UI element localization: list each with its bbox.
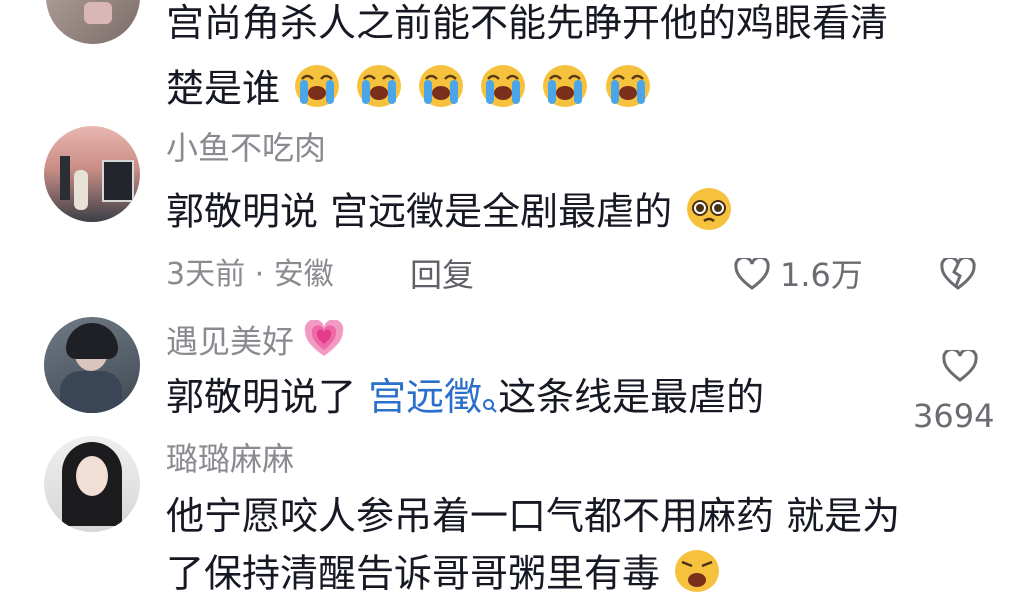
reply-button[interactable]: 回复 bbox=[410, 255, 474, 295]
heart-outline-icon[interactable] bbox=[734, 255, 770, 290]
like-count: 3694 bbox=[913, 397, 995, 435]
heart-outline-icon[interactable] bbox=[942, 347, 978, 382]
avatar[interactable] bbox=[44, 126, 140, 222]
comment-text: 楚是谁 bbox=[166, 63, 653, 119]
avatar[interactable] bbox=[44, 317, 140, 413]
comment-username[interactable]: 璐璐麻麻 bbox=[166, 439, 294, 479]
comment-text: 郭敬明说 宫远徵是全剧最虐的 bbox=[166, 186, 734, 242]
loudly-crying-face-icon bbox=[603, 63, 653, 119]
loudly-crying-face-icon bbox=[292, 63, 342, 119]
comment-text: 郭敬明说了 宫远徵 这条线是最虐的 bbox=[166, 374, 764, 424]
growing-heart-icon bbox=[304, 319, 344, 367]
pleading-face-icon bbox=[684, 186, 734, 242]
like-count: 1.6万 bbox=[780, 256, 863, 294]
loudly-crying-face-icon bbox=[416, 63, 466, 119]
comment-username[interactable]: 遇见美好 bbox=[166, 319, 344, 367]
comment-username[interactable]: 小鱼不吃肉 bbox=[166, 128, 326, 168]
avatar[interactable] bbox=[44, 436, 140, 532]
avatar[interactable] bbox=[46, 0, 140, 44]
loudly-crying-face-icon bbox=[478, 63, 528, 119]
weary-face-icon bbox=[672, 548, 722, 604]
loudly-crying-face-icon bbox=[354, 63, 404, 119]
topic-link[interactable]: 宫远徵 bbox=[368, 375, 498, 419]
loudly-crying-face-icon bbox=[540, 63, 590, 119]
comment-text: 宫尚角杀人之前能不能先睁开他的鸡眼看清 bbox=[166, 1, 889, 45]
comment-meta: 3天前 · 安徽 bbox=[166, 257, 334, 292]
comment-text: 了保持清醒告诉哥哥粥里有毒 bbox=[166, 548, 722, 604]
search-icon bbox=[482, 378, 498, 424]
comment-text: 他宁愿咬人参吊着一口气都不用麻药 就是为 bbox=[166, 494, 901, 538]
broken-heart-icon[interactable] bbox=[940, 255, 976, 290]
